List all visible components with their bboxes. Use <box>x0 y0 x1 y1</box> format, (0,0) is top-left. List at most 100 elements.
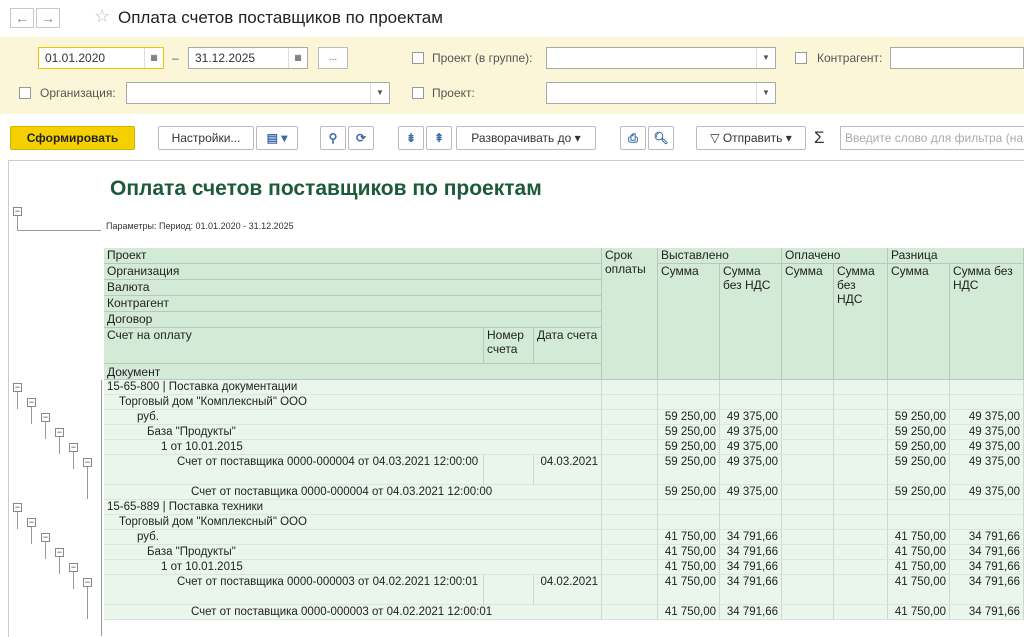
collapse-header-toggle[interactable]: − <box>13 207 22 216</box>
print-button[interactable]: ⎙ <box>620 126 646 150</box>
counterparty-label: Контрагент: <box>817 51 883 65</box>
row-paid-sum <box>782 410 834 425</box>
row-label: 15-65-800 | Поставка документации <box>104 380 602 395</box>
row-issued-sum: 41 750,00 <box>658 560 720 575</box>
row-paid-sum-nv <box>834 395 888 410</box>
row-collapse-toggle[interactable]: − <box>13 383 22 392</box>
row-collapse-toggle[interactable]: − <box>27 398 36 407</box>
arrow-left-icon: ← <box>15 10 29 26</box>
row-diff-sum-nv: 34 791,66 <box>950 575 1024 605</box>
sum-icon[interactable]: Σ <box>814 128 825 148</box>
expand-to-button[interactable]: Разворачивать до ▾ <box>456 126 596 150</box>
tree-connector <box>45 422 46 439</box>
row-issued-sum: 59 250,00 <box>658 440 720 455</box>
row-paid-sum-nv <box>834 605 888 620</box>
date-from-field[interactable]: 01.01.2020 ▦ <box>38 47 164 69</box>
row-paid-sum-nv <box>834 500 888 515</box>
project-field[interactable]: ▼ <box>546 82 776 104</box>
row-collapse-toggle[interactable]: − <box>83 578 92 587</box>
row-collapse-toggle[interactable]: − <box>69 563 78 572</box>
funnel-icon: ▽ <box>710 131 720 145</box>
row-label: 1 от 10.01.2015 <box>104 560 602 575</box>
tree-connector <box>73 572 74 589</box>
row-issued-sum-nv: 49 375,00 <box>720 425 782 440</box>
chevron-down-icon[interactable]: ▼ <box>756 48 775 68</box>
period-select-button[interactable]: ... <box>318 47 348 69</box>
chevron-down-icon[interactable]: ▼ <box>370 83 389 103</box>
find-button[interactable]: ⚲ <box>320 126 346 150</box>
row-invoice-no <box>484 455 534 485</box>
row-invoice-no <box>484 575 534 605</box>
row-diff-sum <box>888 515 950 530</box>
counterparty-field[interactable] <box>890 47 1024 69</box>
row-diff-sum: 41 750,00 <box>888 530 950 545</box>
row-issued-sum-nv <box>720 380 782 395</box>
row-paid-sum <box>782 380 834 395</box>
tree-connector <box>31 407 32 424</box>
hdr-organization: Организация <box>104 264 602 280</box>
filter-search-input[interactable]: Введите слово для фильтра (на <box>840 126 1024 150</box>
row-issued-sum: 41 750,00 <box>658 605 720 620</box>
row-paid-sum-nv <box>834 530 888 545</box>
row-collapse-toggle[interactable]: − <box>55 548 64 557</box>
row-diff-sum: 41 750,00 <box>888 605 950 620</box>
row-collapse-toggle[interactable]: − <box>27 518 36 527</box>
hdr-diff: Разница <box>888 248 1024 264</box>
row-label: 15-65-889 | Поставка техники <box>104 500 602 515</box>
organization-checkbox[interactable] <box>19 87 31 99</box>
project-group-checkbox[interactable] <box>412 52 424 64</box>
send-button[interactable]: ▽ Отправить ▾ <box>696 126 806 150</box>
row-due <box>602 605 658 620</box>
generate-button[interactable]: Сформировать <box>10 126 135 150</box>
calendar-icon[interactable]: ▦ <box>144 48 163 68</box>
row-collapse-toggle[interactable]: − <box>69 443 78 452</box>
expand-all-button[interactable]: ⇟ <box>398 126 424 150</box>
row-collapse-toggle[interactable]: − <box>41 533 50 542</box>
hdr-issued-sum: Сумма <box>658 264 720 380</box>
tree-connector <box>59 437 60 454</box>
print-preview-icon: 🔍︎ <box>653 131 669 145</box>
date-to-value: 31.12.2025 <box>195 51 256 65</box>
filter-panel: 01.01.2020 ▦ – 31.12.2025 ▦ ... Проект (… <box>0 37 1024 114</box>
calendar-icon[interactable]: ▦ <box>288 48 307 68</box>
row-issued-sum <box>658 380 720 395</box>
row-diff-sum: 59 250,00 <box>888 425 950 440</box>
collapse-all-button[interactable]: ⇞ <box>426 126 452 150</box>
row-issued-sum <box>658 515 720 530</box>
hdr-invoice-no: Номер счета <box>484 328 534 364</box>
favorite-star-icon[interactable]: ☆ <box>94 6 110 27</box>
preview-button[interactable]: 🔍︎ <box>648 126 674 150</box>
row-due <box>602 560 658 575</box>
project-checkbox[interactable] <box>412 87 424 99</box>
settings-button[interactable]: Настройки... <box>158 126 254 150</box>
row-due <box>602 410 658 425</box>
variants-button[interactable]: ▤ ▾ <box>256 126 298 150</box>
report-title: Оплата счетов поставщиков по проектам <box>110 177 542 200</box>
row-collapse-toggle[interactable]: − <box>13 503 22 512</box>
row-issued-sum: 59 250,00 <box>658 455 720 485</box>
row-issued-sum <box>658 395 720 410</box>
date-to-field[interactable]: 31.12.2025 ▦ <box>188 47 308 69</box>
row-due <box>602 575 658 605</box>
row-issued-sum-nv: 34 791,66 <box>720 545 782 560</box>
chevron-down-icon[interactable]: ▼ <box>756 83 775 103</box>
row-diff-sum: 59 250,00 <box>888 440 950 455</box>
row-diff-sum <box>888 500 950 515</box>
row-paid-sum <box>782 395 834 410</box>
row-collapse-toggle[interactable]: − <box>55 428 64 437</box>
find-next-button[interactable]: ⟳ <box>348 126 374 150</box>
row-diff-sum: 59 250,00 <box>888 455 950 485</box>
organization-field[interactable]: ▼ <box>126 82 390 104</box>
forward-button[interactable]: → <box>36 8 60 28</box>
row-collapse-toggle[interactable]: − <box>83 458 92 467</box>
row-paid-sum-nv <box>834 440 888 455</box>
counterparty-checkbox[interactable] <box>795 52 807 64</box>
project-group-field[interactable]: ▼ <box>546 47 776 69</box>
row-paid-sum <box>782 485 834 500</box>
tree-connector <box>45 542 46 559</box>
row-paid-sum-nv <box>834 425 888 440</box>
back-button[interactable]: ← <box>10 8 34 28</box>
row-issued-sum-nv <box>720 500 782 515</box>
row-collapse-toggle[interactable]: − <box>41 413 50 422</box>
hdr-paid-sum-nv: Сумма без НДС <box>834 264 888 380</box>
